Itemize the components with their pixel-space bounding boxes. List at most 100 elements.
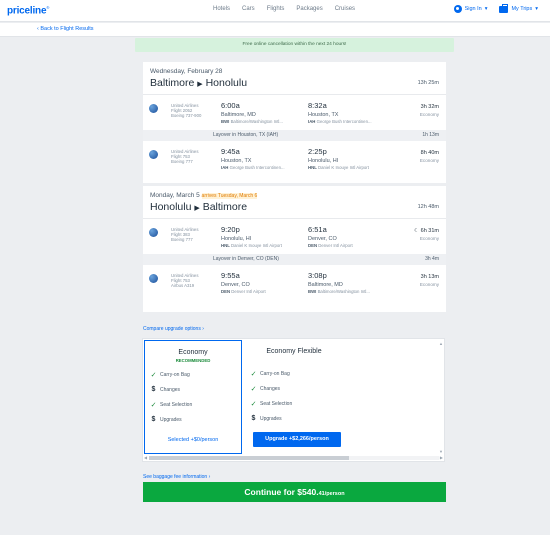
feature-label: Carry-on Bag (160, 372, 190, 378)
airport-name: George Bush Intercontinen... (316, 119, 372, 124)
departure-airport: HNL Daniel K Inouye Intl Airport (221, 243, 282, 248)
outbound-duration: 13h 25m (417, 80, 439, 86)
arrival-time: 8:32a (308, 101, 327, 110)
continue-button[interactable]: Continue for $540.41/person (143, 482, 446, 502)
route-arrow-icon: ▶ (197, 81, 203, 88)
sign-in-label: Sign In (464, 6, 482, 12)
aircraft: Airbus A319 (171, 283, 195, 288)
return-header: Monday, March 5 arrives Tuesday, March 6… (143, 186, 446, 218)
horizontal-scrollbar[interactable] (149, 456, 439, 460)
feature-seat-selection: ✓ Seat Selection (250, 400, 293, 408)
return-date: Monday, March 5 (150, 192, 200, 199)
return-route: Honolulu ▶ Baltimore (150, 201, 439, 213)
airport-name: Daniel K Inouye Intl Airport (231, 243, 282, 248)
feature-upgrades: $ Upgrades (250, 415, 282, 422)
scroll-right-arrow-icon[interactable]: ▶ (440, 455, 443, 460)
arrival-time: 3:08p (308, 271, 327, 280)
departure-info: 9:20p Honolulu, HI HNL Daniel K Inouye I… (221, 225, 282, 248)
arrival-city: Baltimore, MD (308, 282, 343, 288)
arrival-airport: BWI Baltimore/Washington Intl... (308, 289, 370, 294)
arrives-next-day-note: arrives Tuesday, March 6 (201, 193, 258, 199)
sub-navigation-bar: ‹ Back to Flight Results (0, 23, 550, 37)
airport-code: HNL (221, 243, 230, 248)
airport-name: Denver Intl Airport (231, 289, 266, 294)
scroll-down-arrow-icon[interactable]: ▼ (439, 449, 443, 454)
flight-segment: United Airlines Flight 753 Boeing 777 9:… (143, 141, 446, 177)
sign-in-button[interactable]: Sign In ▾ (453, 5, 488, 13)
dollar-icon: $ (251, 415, 256, 422)
arrival-time: 6:51a (308, 225, 327, 234)
nav-hotels[interactable]: Hotels (213, 6, 230, 12)
airport-code: IAH (221, 165, 229, 170)
segment-duration: 8h 40m Economy (420, 150, 439, 163)
nav-flights[interactable]: Flights (267, 6, 285, 12)
compare-upgrade-options-link[interactable]: Compare upgrade options › (143, 326, 204, 332)
return-duration: 12h 48m (417, 204, 439, 210)
cabin-class: Economy (419, 236, 439, 241)
priceline-logo[interactable]: priceline® (7, 5, 49, 16)
departure-airport: IAH George Bush Intercontinen... (221, 165, 285, 170)
dollar-icon: $ (151, 386, 156, 393)
departure-city: Honolulu, HI (221, 236, 252, 242)
departure-time: 9:20p (221, 225, 240, 234)
baggage-fee-link[interactable]: See baggage fee information › (143, 474, 210, 480)
airport-code: BWI (308, 289, 317, 294)
departure-info: 9:55a Denver, CO DEN Denver Intl Airport (221, 271, 266, 294)
nav-cruises[interactable]: Cruises (335, 6, 355, 12)
airport-code: DEN (308, 243, 318, 248)
tier-economy[interactable]: Economy RECOMMENDED ✓ Carry-on Bag $ Chang… (144, 340, 242, 454)
route-origin: Baltimore (150, 77, 195, 89)
departure-time: 9:45a (221, 147, 240, 156)
outbound-header: Wednesday, February 28 Baltimore ▶ Honol… (143, 62, 446, 94)
scrollbar-thumb[interactable] (149, 456, 349, 460)
cancellation-banner: Free online cancellation within the next… (135, 38, 454, 52)
feature-label: Seat Selection (160, 402, 193, 408)
layover-duration: 1h 13m (422, 132, 439, 138)
flight-segment: United Airlines Flight 2052 Boeing 737-9… (143, 94, 446, 130)
back-to-results-link[interactable]: ‹ Back to Flight Results (37, 26, 94, 32)
segment-duration-value: ☾ 6h 31m (414, 228, 439, 234)
departure-airport: DEN Denver Intl Airport (221, 289, 266, 294)
user-icon (453, 5, 462, 13)
feature-seat-selection: ✓ Seat Selection (150, 401, 193, 409)
airport-name: Baltimore/Washington Intl... (317, 289, 370, 294)
airport-code: IAH (308, 119, 316, 124)
check-icon: ✓ (150, 372, 157, 379)
feature-label: Upgrades (260, 415, 282, 422)
arrival-airport: IAH George Bush Intercontinen... (308, 119, 372, 124)
departure-time: 6:00a (221, 101, 240, 110)
departure-city: Denver, CO (221, 282, 250, 288)
scroll-left-arrow-icon[interactable]: ◀ (144, 455, 147, 460)
segment-duration: 3h 32m Economy (420, 104, 439, 117)
my-trips-button[interactable]: My Trips ▾ (499, 3, 538, 13)
nav-cars[interactable]: Cars (242, 6, 255, 12)
check-icon: ✓ (250, 401, 257, 408)
scroll-up-arrow-icon[interactable]: ▲ (439, 341, 443, 346)
segment-duration: ☾ 6h 31m Economy (414, 228, 439, 241)
duration-text: 6h 31m (420, 228, 439, 234)
dollar-icon: $ (151, 416, 156, 423)
feature-label: Changes (160, 386, 181, 393)
feature-label: Upgrades (160, 416, 182, 423)
account-area: Sign In ▾ My Trips ▾ (453, 3, 538, 13)
continue-cents: 41/person (318, 491, 345, 497)
upgrade-button[interactable]: Upgrade +$2,266/person (253, 432, 341, 447)
tier-name: Economy (178, 349, 208, 356)
united-airlines-logo-icon (149, 104, 158, 113)
feature-carry-on: ✓ Carry-on Bag (150, 371, 190, 379)
airline-info: United Airlines Flight 383 Boeing 777 (171, 227, 198, 242)
selected-label: Selected +$0/person (167, 437, 219, 443)
my-trips-label: My Trips (511, 6, 533, 12)
moon-icon: ☾ (414, 228, 420, 234)
departure-city: Houston, TX (221, 158, 252, 164)
route-destination: Honolulu (205, 77, 248, 89)
departure-airport: BWI Baltimore/Washington Intl... (221, 119, 283, 124)
nav-packages[interactable]: Packages (296, 6, 322, 12)
check-icon: ✓ (250, 386, 257, 393)
arrival-airport: HNL Daniel K Inouye Intl Airport (308, 165, 369, 170)
chevron-down-icon: ▾ (484, 6, 488, 12)
feature-label: Seat Selection (260, 401, 293, 407)
compare-label: Compare upgrade options (143, 326, 201, 332)
tier-economy-flexible[interactable]: Economy Flexible ✓ Carry-on Bag ✓ Changes … (245, 340, 343, 454)
feature-changes: ✓ Changes (250, 385, 280, 393)
